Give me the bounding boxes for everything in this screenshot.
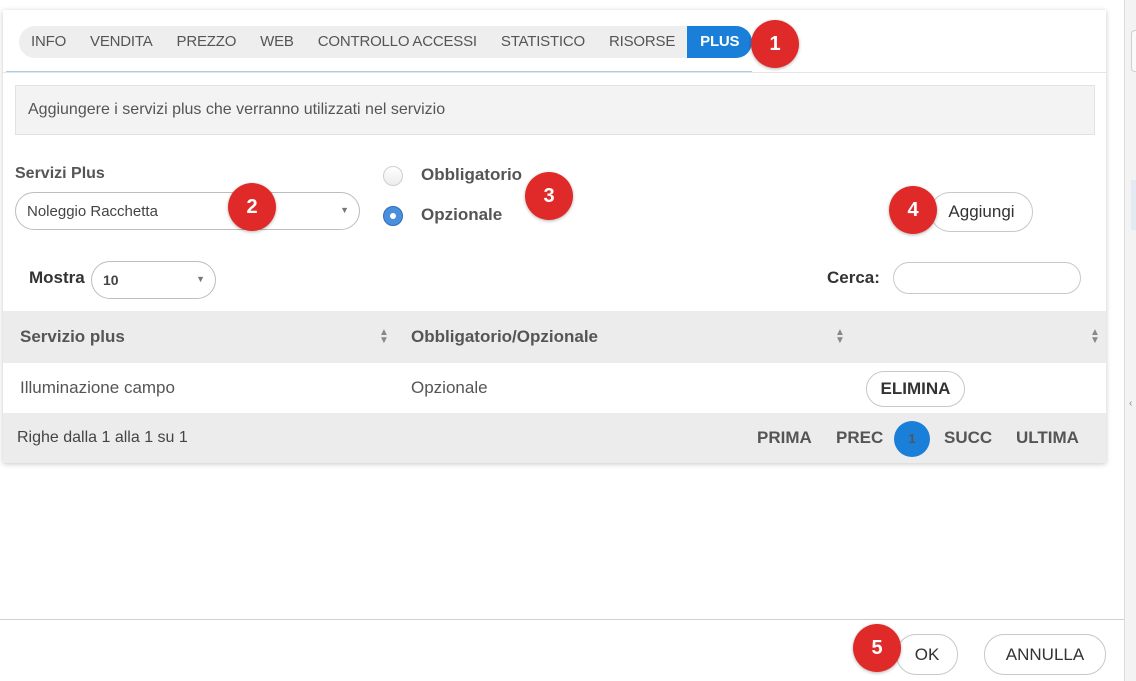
cancel-button[interactable]: ANNULLA: [984, 634, 1106, 675]
delete-button[interactable]: ELIMINA: [866, 371, 965, 407]
ok-button[interactable]: OK: [896, 634, 958, 675]
pagination-first[interactable]: PRIMA: [757, 413, 812, 463]
radio-obbligatorio-label: Obbligatorio: [421, 165, 523, 184]
tab-vendita[interactable]: VENDITA: [78, 26, 165, 58]
search-label: Cerca:: [827, 268, 880, 287]
annotation-badge-4: 4: [889, 186, 937, 234]
page-size-select[interactable]: 10 ▼: [91, 261, 216, 299]
dropdown-caret-icon: ▼: [196, 274, 205, 284]
servizi-plus-label: Servizi Plus: [15, 165, 105, 182]
service-plus-panel: INFO VENDITA PREZZO WEB CONTROLLO ACCESS…: [3, 10, 1106, 463]
dialog-footer-divider: [0, 619, 1124, 620]
add-button[interactable]: Aggiungi: [930, 192, 1033, 232]
table-footer: Righe dalla 1 alla 1 su 1 PRIMA PREC 1 S…: [3, 413, 1106, 463]
column-header-tipo[interactable]: Obbligatorio/Opzionale: [411, 311, 598, 363]
servizi-plus-selected-value: Noleggio Racchetta: [27, 203, 158, 220]
cell-tipo: Opzionale: [411, 378, 488, 397]
background-window-control: [1131, 30, 1136, 72]
radio-opzionale-label: Opzionale: [421, 205, 503, 224]
pagination-prev[interactable]: PREC: [836, 413, 883, 463]
sort-icon[interactable]: ▲ ▼: [379, 328, 389, 346]
chevron-left-icon: ‹: [1129, 398, 1133, 409]
annotation-badge-3: 3: [525, 172, 573, 220]
tab-risorse[interactable]: RISORSE: [597, 26, 687, 58]
annotation-badge-5: 5: [853, 624, 901, 672]
pagination-current-page[interactable]: 1: [894, 421, 930, 457]
radio-obbligatorio[interactable]: [383, 166, 403, 186]
tab-prezzo[interactable]: PREZZO: [165, 26, 249, 58]
table-row: Illuminazione campo Opzionale ELIMINA: [3, 363, 1106, 413]
pagination-last[interactable]: ULTIMA: [1016, 413, 1079, 463]
info-message: Aggiungere i servizi plus che verranno u…: [15, 85, 1095, 135]
tab-controllo-accessi[interactable]: CONTROLLO ACCESSI: [306, 26, 489, 58]
page-size-value: 10: [103, 272, 119, 288]
sort-icon[interactable]: ▲ ▼: [835, 328, 845, 346]
background-window-edge: ‹: [1124, 0, 1136, 681]
cell-servizio: Illuminazione campo: [20, 378, 175, 397]
tab-statistico[interactable]: STATISTICO: [489, 26, 597, 58]
rows-summary: Righe dalla 1 alla 1 su 1: [17, 429, 188, 446]
tab-info[interactable]: INFO: [19, 26, 78, 58]
background-window-highlight: [1131, 180, 1136, 230]
show-label: Mostra: [29, 268, 85, 287]
tab-plus[interactable]: PLUS: [687, 26, 753, 58]
column-header-servizio[interactable]: Servizio plus: [20, 311, 125, 363]
tab-web[interactable]: WEB: [248, 26, 306, 58]
dropdown-caret-icon: ▼: [340, 205, 349, 215]
radio-opzionale[interactable]: [383, 206, 403, 226]
sort-icon[interactable]: ▲ ▼: [1090, 328, 1100, 346]
tab-bar: INFO VENDITA PREZZO WEB CONTROLLO ACCESS…: [19, 26, 753, 58]
annotation-badge-2: 2: [228, 183, 276, 231]
servizi-plus-select[interactable]: Noleggio Racchetta ▼: [15, 192, 360, 230]
pagination-next[interactable]: SUCC: [944, 413, 992, 463]
header-divider: [3, 72, 1106, 73]
search-input[interactable]: [893, 262, 1081, 294]
annotation-badge-1: 1: [751, 20, 799, 68]
table-header: Servizio plus ▲ ▼ Obbligatorio/Opzionale …: [3, 311, 1106, 363]
